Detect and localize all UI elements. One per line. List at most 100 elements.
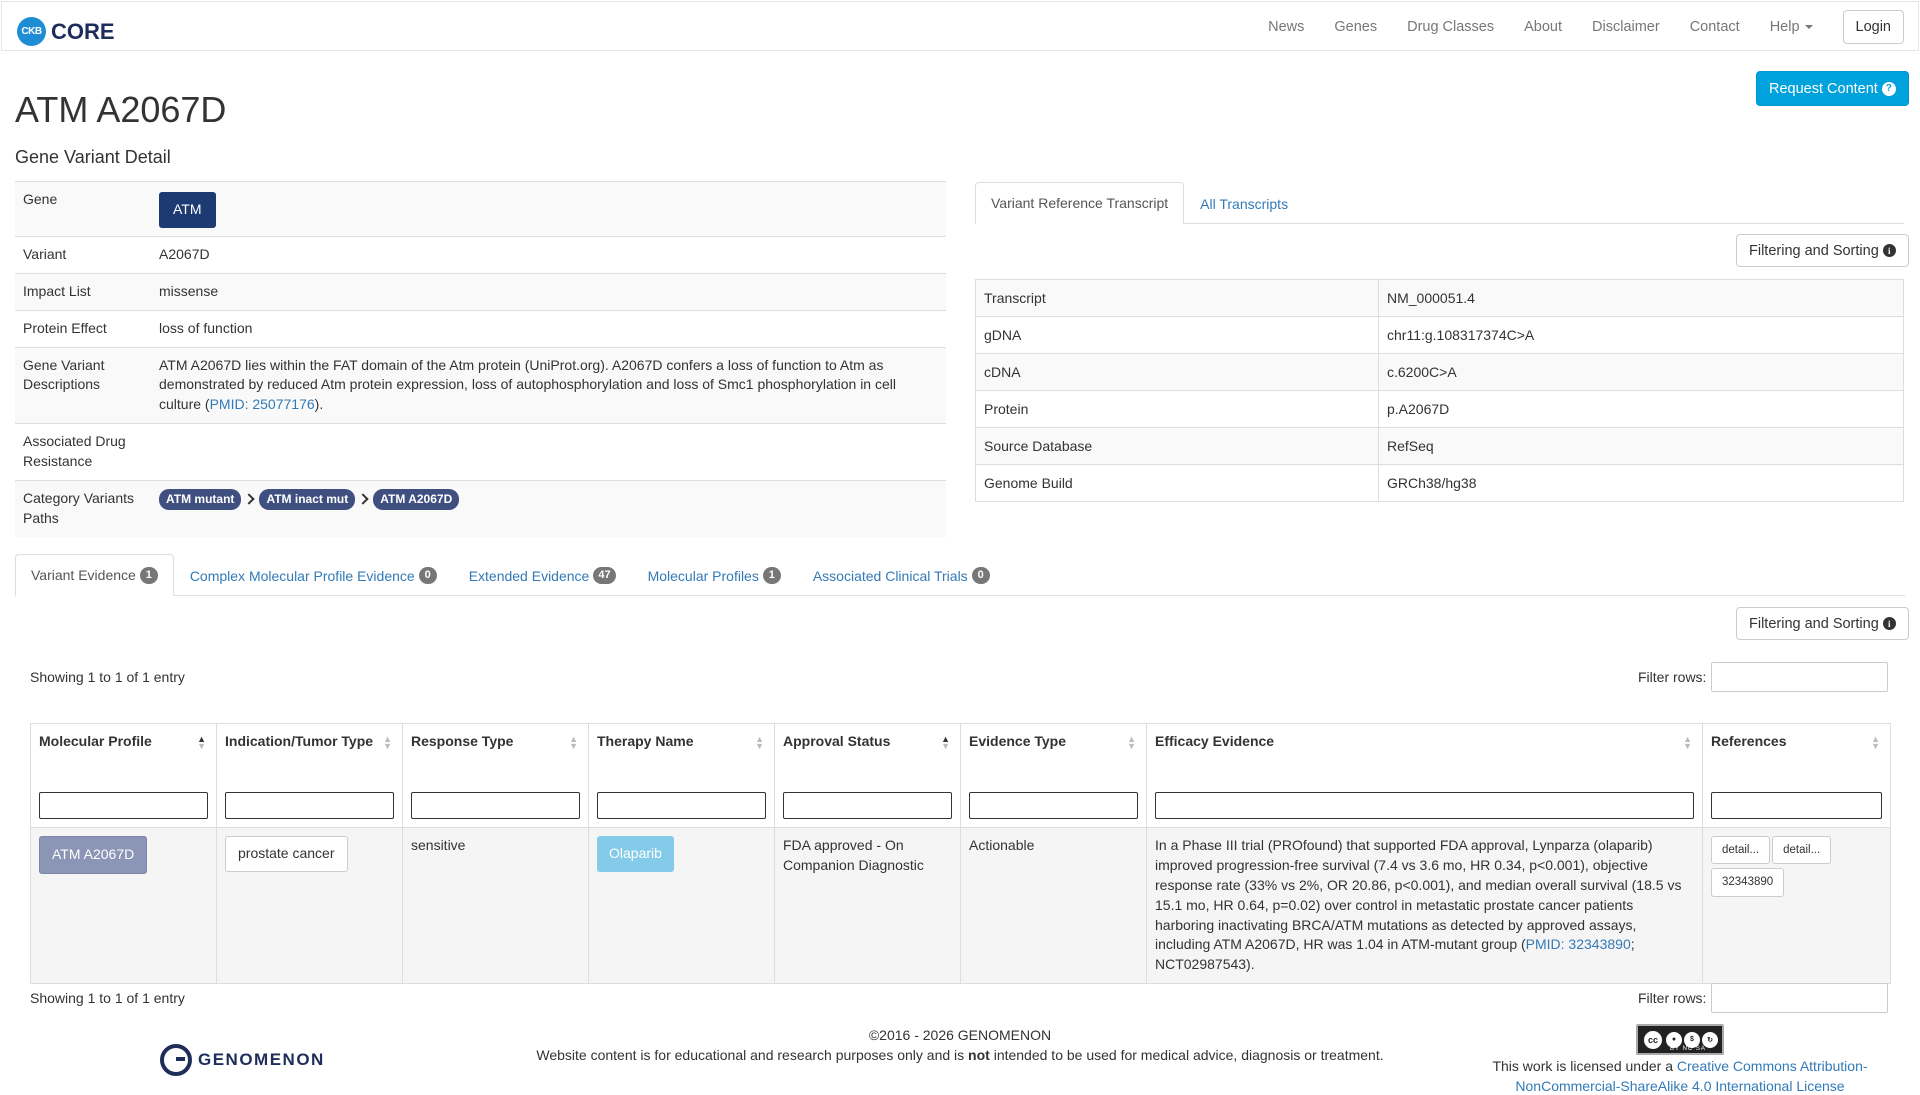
filtering-sorting-button[interactable]: Filtering and Sorting i	[1736, 234, 1909, 267]
tab-label: Molecular Profiles	[647, 567, 759, 584]
evidence-filtering-sorting-button[interactable]: Filtering and Sorting i	[1736, 607, 1909, 640]
brand-link[interactable]: CKB CORE	[17, 17, 115, 46]
filter-rows-input[interactable]	[1711, 662, 1889, 692]
transcript-value: c.6200C>A	[1378, 353, 1904, 391]
cc-icon: cc	[1642, 1028, 1664, 1051]
column-filter-input[interactable]	[783, 792, 952, 819]
category-path-badge[interactable]: ATM mutant	[159, 488, 242, 510]
login-button[interactable]: Login	[1842, 10, 1904, 44]
tab-complex-molecular-profile-evidence[interactable]: Complex Molecular Profile Evidence 0	[174, 554, 453, 596]
col-molecular-profile[interactable]: Molecular Profile ▲ ▼	[30, 723, 217, 828]
cell-indication: prostate cancer	[216, 826, 403, 985]
indication-button[interactable]: prostate cancer	[225, 836, 348, 872]
request-content-button[interactable]: Request Content ?	[1756, 71, 1909, 106]
cell-references: detail... detail... 32343890	[1702, 826, 1891, 985]
filter-rows-top: Filter rows:	[1638, 662, 1889, 692]
sort-asc-icon: ▲ ▼	[197, 734, 206, 751]
efficacy-pmid-link[interactable]: PMID: 32343890	[1526, 936, 1631, 952]
therapy-button[interactable]: Olaparib	[597, 836, 674, 872]
col-approval-status[interactable]: Approval Status ▲ ▼	[774, 723, 961, 828]
genomenon-logo[interactable]: GENOMENON	[160, 1044, 325, 1076]
transcript-tabs: Variant Reference Transcript All Transcr…	[975, 182, 1904, 224]
filter-rows-input[interactable]	[1711, 983, 1889, 1013]
count-badge: 47	[593, 567, 616, 584]
gene-atm-button[interactable]: ATM	[159, 192, 216, 228]
genomenon-g-icon	[160, 1044, 192, 1076]
nav-drug-classes[interactable]: Drug Classes	[1392, 19, 1509, 35]
col-response-type[interactable]: Response Type ▲ ▼	[402, 723, 589, 828]
cell-molecular-profile: ATM A2067D	[30, 826, 217, 985]
footer-disclaimer-text: Website content is for educational and r…	[480, 1046, 1440, 1066]
evidence-tabs: Variant Evidence 1 Complex Molecular Prof…	[15, 554, 1905, 596]
nav-disclaimer[interactable]: Disclaimer	[1577, 19, 1675, 35]
tab-variant-evidence[interactable]: Variant Evidence 1	[15, 554, 174, 596]
col-efficacy-evidence[interactable]: Efficacy Evidence ▲ ▼	[1146, 723, 1703, 828]
variant-detail-table: Gene ATM Variant A2067D Impact List miss…	[15, 181, 946, 537]
nav-links: News Genes Drug Classes About Disclaimer…	[1253, 2, 1918, 52]
column-filter-input[interactable]	[969, 792, 1138, 819]
sort-asc-icon: ▲ ▼	[941, 734, 950, 751]
tab-molecular-profiles[interactable]: Molecular Profiles 1	[632, 554, 797, 596]
ckb-logo-icon: CKB	[17, 17, 46, 46]
reference-detail-button[interactable]: detail...	[1711, 836, 1771, 865]
transcript-label: Transcript	[975, 279, 1379, 317]
detail-label: Impact List	[15, 272, 151, 311]
detail-label: Gene Variant Descriptions	[15, 346, 151, 424]
cell-efficacy-evidence: In a Phase III trial (PROfound) that sup…	[1146, 826, 1703, 985]
nav-help-label: Help	[1769, 19, 1800, 35]
sort-icon: ▲ ▼	[569, 734, 578, 751]
detail-value: missense	[151, 272, 946, 311]
column-filter-input[interactable]	[225, 792, 394, 819]
disclaimer-part-b: intended to be used for medical advice, …	[989, 1046, 1384, 1063]
tab-label: Variant Evidence	[31, 567, 136, 583]
header-row: Molecular Profile ▲ ▼ Indication/Tumor Typ…	[30, 723, 1891, 828]
transcript-value: p.A2067D	[1378, 390, 1904, 428]
detail-label: Associated Drug Resistance	[15, 423, 151, 481]
cc-sub-text: BY NC SA	[1670, 1046, 1706, 1052]
col-therapy-name[interactable]: Therapy Name ▲ ▼	[588, 723, 775, 828]
column-header: References	[1711, 733, 1787, 749]
detail-value: A2067D	[151, 235, 946, 274]
reference-pmid-button[interactable]: 32343890	[1711, 868, 1785, 897]
molecular-profile-button[interactable]: ATM A2067D	[39, 836, 148, 874]
col-indication[interactable]: Indication/Tumor Type ▲ ▼	[216, 723, 403, 828]
nav-about[interactable]: About	[1509, 19, 1577, 35]
transcript-value: NM_000051.4	[1378, 279, 1904, 317]
detail-label: Variant	[15, 235, 151, 274]
nav-contact[interactable]: Contact	[1675, 19, 1755, 35]
column-filter-input[interactable]	[39, 792, 208, 819]
filtering-sorting-label: Filtering and Sorting	[1749, 615, 1879, 632]
category-path-badge[interactable]: ATM inact mut	[259, 488, 356, 510]
nav-genes[interactable]: Genes	[1319, 19, 1392, 35]
cc-license-badge-icon[interactable]: cc ● $ ↻ BY NC SA	[1636, 1024, 1724, 1055]
col-evidence-type[interactable]: Evidence Type ▲ ▼	[960, 723, 1147, 828]
col-references[interactable]: References ▲ ▼	[1702, 723, 1891, 828]
description-end: ).	[314, 396, 324, 413]
transcript-label: cDNA	[975, 353, 1379, 391]
table-row: ATM A2067D prostate cancer sensitive Ola…	[30, 826, 1891, 985]
column-header: Indication/Tumor Type	[225, 733, 374, 749]
reference-detail-button[interactable]: detail...	[1772, 836, 1832, 865]
tab-associated-clinical-trials[interactable]: Associated Clinical Trials 0	[797, 554, 1006, 596]
info-circle-icon: i	[1882, 244, 1896, 257]
sort-icon: ▲ ▼	[755, 734, 764, 751]
nav-news[interactable]: News	[1253, 19, 1319, 35]
description-pmid-link[interactable]: PMID: 25077176	[210, 396, 315, 412]
category-path-badge[interactable]: ATM A2067D	[373, 488, 460, 510]
filter-rows-bottom: Filter rows:	[1638, 983, 1889, 1013]
detail-value: ATM A2067D lies within the FAT domain of…	[151, 346, 946, 424]
column-filter-input[interactable]	[1155, 792, 1694, 819]
tab-variant-reference-transcript[interactable]: Variant Reference Transcript	[975, 182, 1185, 224]
tab-extended-evidence[interactable]: Extended Evidence 47	[453, 554, 632, 596]
column-filter-input[interactable]	[411, 792, 580, 819]
transcript-label: gDNA	[975, 316, 1379, 354]
footer-license: This work is licensed under a Creative C…	[1440, 1057, 1920, 1095]
tab-all-transcripts[interactable]: All Transcripts	[1184, 182, 1304, 224]
transcript-row: gDNA chr11:g.108317374C>A	[975, 316, 1904, 354]
info-circle-icon: i	[1882, 617, 1896, 630]
cell-approval-status: FDA approved - On Companion Diagnostic	[774, 826, 961, 985]
cell-response-type: sensitive	[402, 826, 589, 985]
nav-help-dropdown[interactable]: Help	[1755, 19, 1828, 35]
column-filter-input[interactable]	[1711, 792, 1882, 819]
column-filter-input[interactable]	[597, 792, 766, 819]
